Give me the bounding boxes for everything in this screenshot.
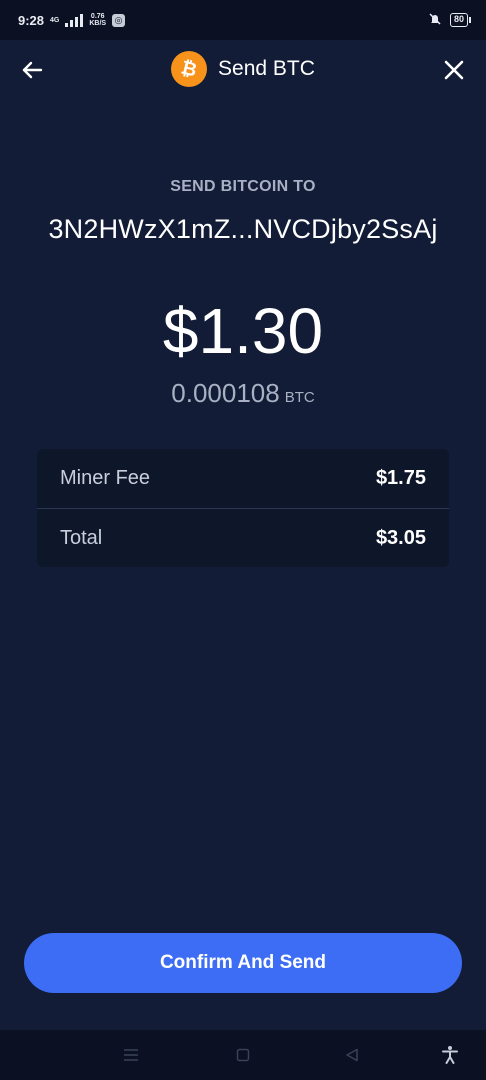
close-button[interactable] (440, 56, 468, 84)
amount-btc-value: 0.000108 (171, 378, 280, 408)
status-bar: 9:28 4G 0.76 KB/S ◎ 80 (0, 0, 486, 40)
recipient-address: 3N2HWzX1mZ...NVCDjby2SsAj (48, 214, 438, 244)
bitcoin-icon: ₿ (171, 51, 208, 87)
speed-value: 0.76 (90, 13, 105, 20)
menu-icon[interactable] (121, 1045, 141, 1065)
header: ₿ Send BTC (0, 40, 486, 102)
amount-btc-unit: BTC (284, 389, 315, 406)
fee-value: $1.75 (375, 467, 426, 489)
status-time: 9:28 (18, 12, 45, 28)
page-title: Send BTC (218, 57, 315, 80)
network-type: 4G (50, 16, 60, 24)
total-label: Total (60, 527, 103, 549)
app-notification-icon: ◎ (112, 13, 126, 27)
fee-label: Miner Fee (60, 467, 151, 489)
send-to-label: SEND BITCOIN TO (170, 178, 316, 195)
speed-unit: KB/S (89, 20, 107, 27)
svg-text:₿: ₿ (179, 58, 199, 80)
home-square-icon[interactable] (233, 1045, 253, 1065)
mute-icon (428, 12, 442, 29)
accessibility-icon[interactable] (440, 1045, 460, 1065)
confirm-and-send-button[interactable]: Confirm And Send (24, 933, 462, 993)
fee-row-miner-fee: Miner Fee $1.75 (37, 449, 449, 508)
close-icon (444, 60, 464, 80)
battery-icon: 80 (449, 13, 472, 27)
send-btc-screen: 9:28 4G 0.76 KB/S ◎ 80 ₿ Send BTC SEND B… (0, 0, 486, 1080)
back-triangle-icon[interactable] (342, 1045, 362, 1065)
amount-usd: $1.30 (162, 295, 324, 367)
fee-row-total: Total $3.05 (37, 509, 449, 567)
system-nav-bar (0, 1030, 486, 1080)
fee-summary-card: Miner Fee $1.75 Total $3.05 (37, 449, 449, 567)
header-title-group: ₿ Send BTC (0, 51, 486, 87)
total-value: $3.05 (375, 527, 426, 549)
network-speed: 0.76 KB/S (89, 13, 106, 27)
signal-icon (65, 13, 84, 27)
battery-level: 80 (453, 14, 464, 24)
amount-btc: 0.000108 BTC (0, 378, 486, 409)
